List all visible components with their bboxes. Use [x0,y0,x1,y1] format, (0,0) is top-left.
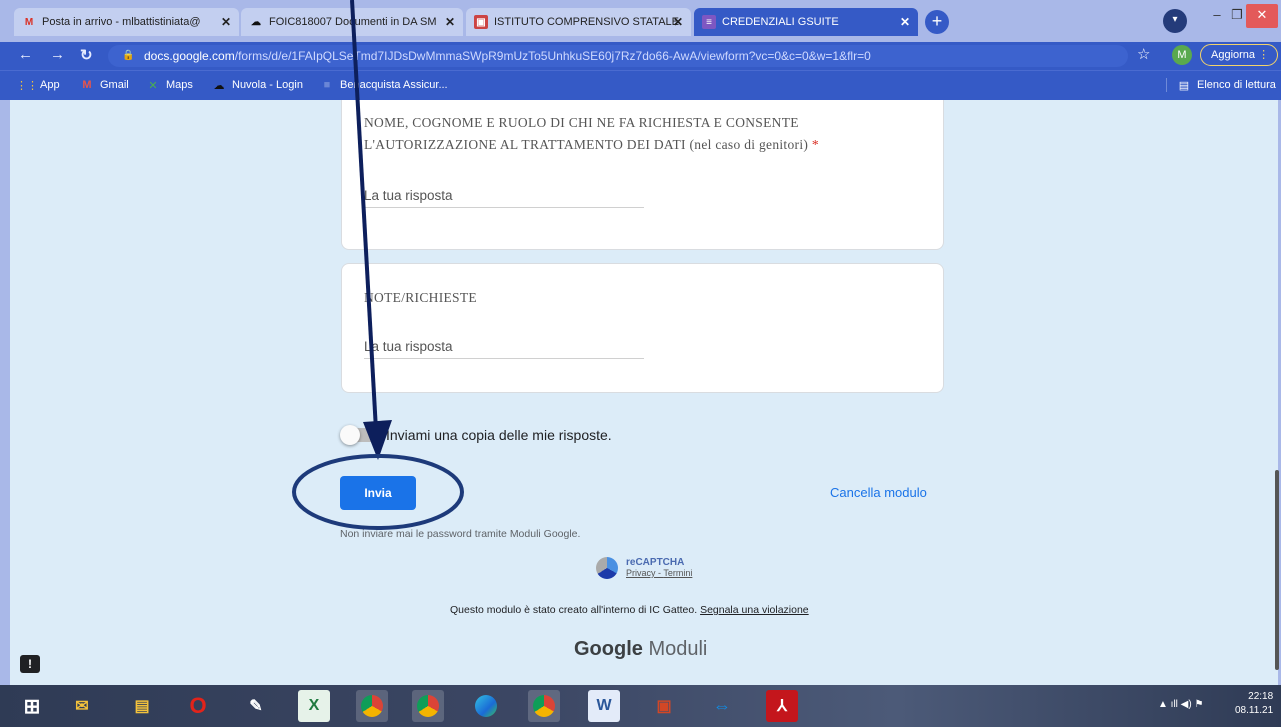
bookmark-star-icon[interactable]: ☆ [1137,45,1150,63]
close-icon[interactable]: ✕ [221,15,231,29]
bookmark-label: App [40,79,60,91]
back-icon[interactable]: ← [18,46,33,63]
word-icon[interactable]: W [588,690,620,722]
chrome-icon[interactable] [356,690,388,722]
tab-label: Posta in arrivo - mlbattistiniata@ [42,16,201,28]
reading-list-icon: ▤ [1178,79,1190,92]
close-icon[interactable]: ✕ [900,15,910,29]
copy-toggle-label: Inviami una copia delle mie risposte. [386,427,612,443]
close-icon[interactable]: ✕ [673,15,683,29]
bookmark-label: Gmail [100,79,129,91]
taskbar-clock[interactable]: 22:18 08.11.21 [1235,690,1273,718]
question-title: NOME, COGNOME E RUOLO DI CHI NE FA RICHI… [364,112,924,156]
form-page: NOME, COGNOME E RUOLO DI CHI NE FA RICHI… [10,100,1278,685]
powerpoint-icon[interactable]: ▣ [648,690,680,722]
recaptcha-badge: reCAPTCHA Privacy - Termini [596,557,692,579]
password-warning: Non inviare mai le password tramite Modu… [340,528,581,540]
tab-label: ISTITUTO COMPRENSIVO STATALE [494,16,679,28]
notes-icon[interactable]: ✎ [240,690,272,722]
chrome-active-icon[interactable] [528,690,560,722]
page-scrollbar[interactable] [1275,470,1279,670]
brand-google: Google [574,638,643,660]
url-domain: docs.google.com [144,49,235,63]
recaptcha-title: reCAPTCHA [626,557,685,568]
update-button[interactable]: Aggiorna ⋮ [1200,44,1278,66]
tab-label: CREDENZIALI GSUITE [722,16,839,28]
forms-icon: ≡ [702,15,716,29]
question-card-notes: NOTE/RICHIESTE La tua risposta [341,263,944,393]
clock-date: 08.11.21 [1235,705,1274,716]
tab-istituto[interactable]: ▣ ISTITUTO COMPRENSIVO STATALE ✕ [466,8,691,36]
report-link[interactable]: Segnala una violazione [700,604,809,616]
windows-start-icon[interactable]: ⊞ [16,690,48,722]
clear-form-link[interactable]: Cancella modulo [830,485,927,500]
edge-icon[interactable] [470,690,502,722]
brand-product: Moduli [648,638,708,660]
bookmark-gmail[interactable]: M Gmail [80,78,129,92]
url-path: /forms/d/e/1FAIpQLSeTmd7IJDsDwMmmaSWpR9m… [234,49,871,63]
reading-list-label: Elenco di lettura [1197,79,1276,91]
gmail-icon: M [82,79,92,91]
clock-time: 22:18 [1248,691,1274,702]
chrome-profile-icon[interactable] [412,690,444,722]
bookmark-maps[interactable]: ✕ Maps [146,78,193,92]
privacy-link[interactable]: Privacy [626,568,656,578]
url-input[interactable]: 🔒 docs.google.com/forms/d/e/1FAIpQLSeTmd… [108,45,1128,67]
apps-grid-icon: ⋮⋮ [16,79,38,92]
bookmark-label: Benacquista Assicur... [340,79,448,91]
profile-menu-icon[interactable]: ▾ [1163,9,1187,33]
question-title-line1: NOME, COGNOME E RUOLO DI CHI NE FA RICHI… [364,115,799,130]
bookmark-nuvola[interactable]: ☁ Nuvola - Login [212,78,303,92]
reload-icon[interactable]: ↻ [80,46,93,64]
gmail-icon: M [24,16,34,28]
avatar[interactable]: M [1172,45,1192,65]
footer-note: Questo modulo è stato creato all'interno… [450,604,809,616]
acrobat-icon[interactable]: ⅄ [766,690,798,722]
tab-strip: M Posta in arrivo - mlbattistiniata@ ✕ ☁… [0,0,1281,42]
tab-gmail[interactable]: M Posta in arrivo - mlbattistiniata@ ✕ [14,8,239,36]
address-bar-row: ← → ↻ 🔒 docs.google.com/forms/d/e/1FAIpQ… [0,42,1281,70]
terms-link[interactable]: Termini [663,568,692,578]
new-tab-button[interactable]: + [925,10,949,34]
opera-icon[interactable]: O [182,690,214,722]
screen: M Posta in arrivo - mlbattistiniata@ ✕ ☁… [0,0,1281,727]
outlook-icon[interactable]: ✉ [66,690,98,722]
reading-list-button[interactable]: ▤ Elenco di lettura [1166,78,1276,92]
bookmarks-bar: ⋮⋮ App M Gmail ✕ Maps ☁ Nuvola - Login ■ Bena… [0,70,1281,100]
answer-input-name[interactable]: La tua risposta [364,188,644,208]
answer-input-notes[interactable]: La tua risposta [364,339,644,359]
tab-documents[interactable]: ☁ FOIC818007 Documenti in DA SM ✕ [241,8,463,36]
bookmark-benacquista[interactable]: ■ Benacquista Assicur... [320,78,448,92]
question-title-line2: L'AUTORIZZAZIONE AL TRATTAMENTO DEI DATI… [364,137,809,152]
teamviewer-icon[interactable]: ⇔ [706,690,738,722]
close-window-button[interactable]: ✕ [1246,4,1278,28]
tab-credenziali[interactable]: ≡ CREDENZIALI GSUITE ✕ [694,8,918,36]
bookmark-label: Maps [166,79,193,91]
question-card-name: NOME, COGNOME E RUOLO DI CHI NE FA RICHI… [341,100,944,250]
school-icon: ▣ [474,15,488,29]
feedback-icon[interactable]: ! [20,655,40,673]
submit-button[interactable]: Invia [340,476,416,510]
file-explorer-icon[interactable]: ▤ [126,690,158,722]
maps-icon: ✕ [148,79,158,92]
tab-label: FOIC818007 Documenti in DA SM [269,16,437,28]
systray-icons[interactable]: ▲ ıll ◀) ⚑ [1158,699,1203,710]
excel-icon[interactable]: X [298,690,330,722]
forward-icon[interactable]: → [50,46,65,63]
site-icon: ■ [323,79,331,91]
recaptcha-icon [596,557,618,579]
footer-text: Questo modulo è stato creato all'interno… [450,604,698,616]
lock-icon: 🔒 [122,50,135,61]
required-mark: * [811,137,819,152]
toggle-knob[interactable] [340,425,360,445]
question-title: NOTE/RICHIESTE [364,290,477,305]
google-forms-logo[interactable]: Google Moduli [574,638,707,661]
update-label: Aggiorna [1211,49,1256,61]
bookmark-label: Nuvola - Login [232,79,303,91]
close-icon[interactable]: ✕ [445,15,455,29]
bookmark-app[interactable]: ⋮⋮ App [16,78,60,92]
taskbar: ⊞ ✉ ▤ O ✎ X W ▣ ⇔ ⅄ ▲ ıll ◀) ⚑ 22:18 08.… [0,685,1281,727]
cloud-icon: ☁ [213,79,225,92]
cloud-icon: ☁ [251,16,261,28]
